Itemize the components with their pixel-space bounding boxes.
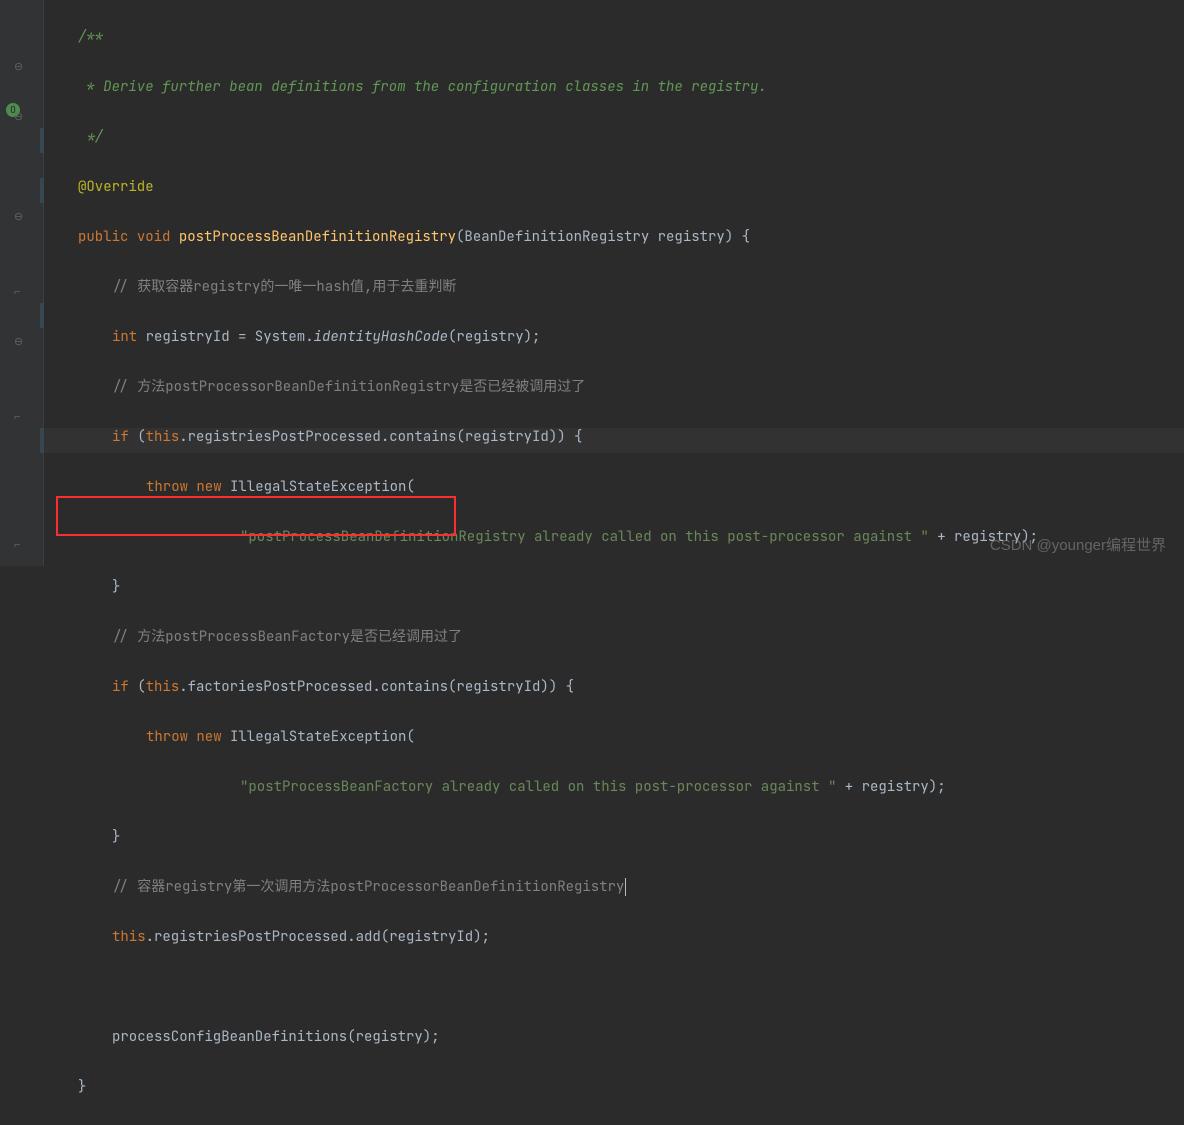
code-text: .factoriesPostProcessed.contains(registr… — [179, 678, 574, 696]
fold-toggle-icon[interactable]: ⊖ — [14, 205, 23, 230]
string-literal: "postProcessBeanDefinitionRegistry alrea… — [240, 528, 929, 546]
editor-code-area[interactable]: /** * Derive further bean definitions fr… — [44, 0, 1038, 1125]
fold-end-icon[interactable]: ⌐ — [14, 280, 21, 305]
editor-gutter: ⊖ O ⊖ ⊖ ⌐ ⊖ ⌐ ⌐ — [0, 0, 44, 566]
code-text: IllegalStateException( — [222, 478, 415, 496]
brace-close: } — [78, 1078, 86, 1096]
code-text: + registry); — [836, 778, 945, 796]
method-signature: (BeanDefinitionRegistry registry) { — [456, 228, 750, 246]
code-text: .registriesPostProcessed.contains(regist… — [179, 428, 582, 446]
fold-toggle-icon[interactable]: ⊖ — [14, 330, 23, 355]
highlighted-call: processConfigBeanDefinitions(registry); — [112, 1028, 440, 1046]
method-call: identityHashCode — [314, 328, 448, 346]
fold-toggle-icon[interactable]: ⊖ — [14, 105, 23, 130]
keyword-if: if — [112, 678, 129, 696]
javadoc-line: /** — [78, 28, 103, 46]
brace-close: } — [112, 828, 120, 846]
brace-close: } — [112, 578, 120, 596]
comment-line: // 方法postProcessorBeanDefinitionRegistry… — [112, 378, 585, 396]
comment-line: // 方法postProcessBeanFactory是否已经调用过了 — [112, 628, 462, 646]
code-text: IllegalStateException( — [222, 728, 415, 746]
keyword-this: this — [146, 428, 180, 446]
javadoc-line: * Derive further bean definitions from t… — [78, 78, 767, 96]
code-text: (registry); — [448, 328, 540, 346]
code-text: ( — [129, 678, 146, 696]
keyword-new: new — [196, 728, 221, 746]
keyword-this: this — [146, 678, 180, 696]
javadoc-line: */ — [78, 128, 103, 146]
watermark-text: CSDN @younger编程世界 — [990, 533, 1166, 558]
keyword-new: new — [196, 478, 221, 496]
keyword-void: void — [137, 228, 171, 246]
keyword-throw: throw — [146, 478, 188, 496]
keyword-public: public — [78, 228, 128, 246]
code-text: ( — [129, 428, 146, 446]
comment-line: // 容器registry第一次调用方法postProcessorBeanDef… — [112, 878, 624, 896]
fold-end-icon[interactable]: ⌐ — [14, 405, 21, 430]
method-name: postProcessBeanDefinitionRegistry — [179, 228, 456, 246]
text-caret — [625, 878, 626, 896]
keyword-throw: throw — [146, 728, 188, 746]
string-literal: "postProcessBeanFactory already called o… — [240, 778, 836, 796]
comment-line: // 获取容器registry的一唯一hash值,用于去重判断 — [112, 278, 456, 296]
keyword-int: int — [112, 328, 137, 346]
code-text: .registriesPostProcessed.add(registryId)… — [146, 928, 490, 946]
fold-toggle-icon[interactable]: ⊖ — [14, 55, 23, 80]
keyword-this: this — [112, 928, 146, 946]
keyword-if: if — [112, 428, 129, 446]
fold-end-icon[interactable]: ⌐ — [14, 533, 21, 558]
code-text: registryId = System. — [137, 328, 313, 346]
annotation: @Override — [78, 178, 154, 196]
